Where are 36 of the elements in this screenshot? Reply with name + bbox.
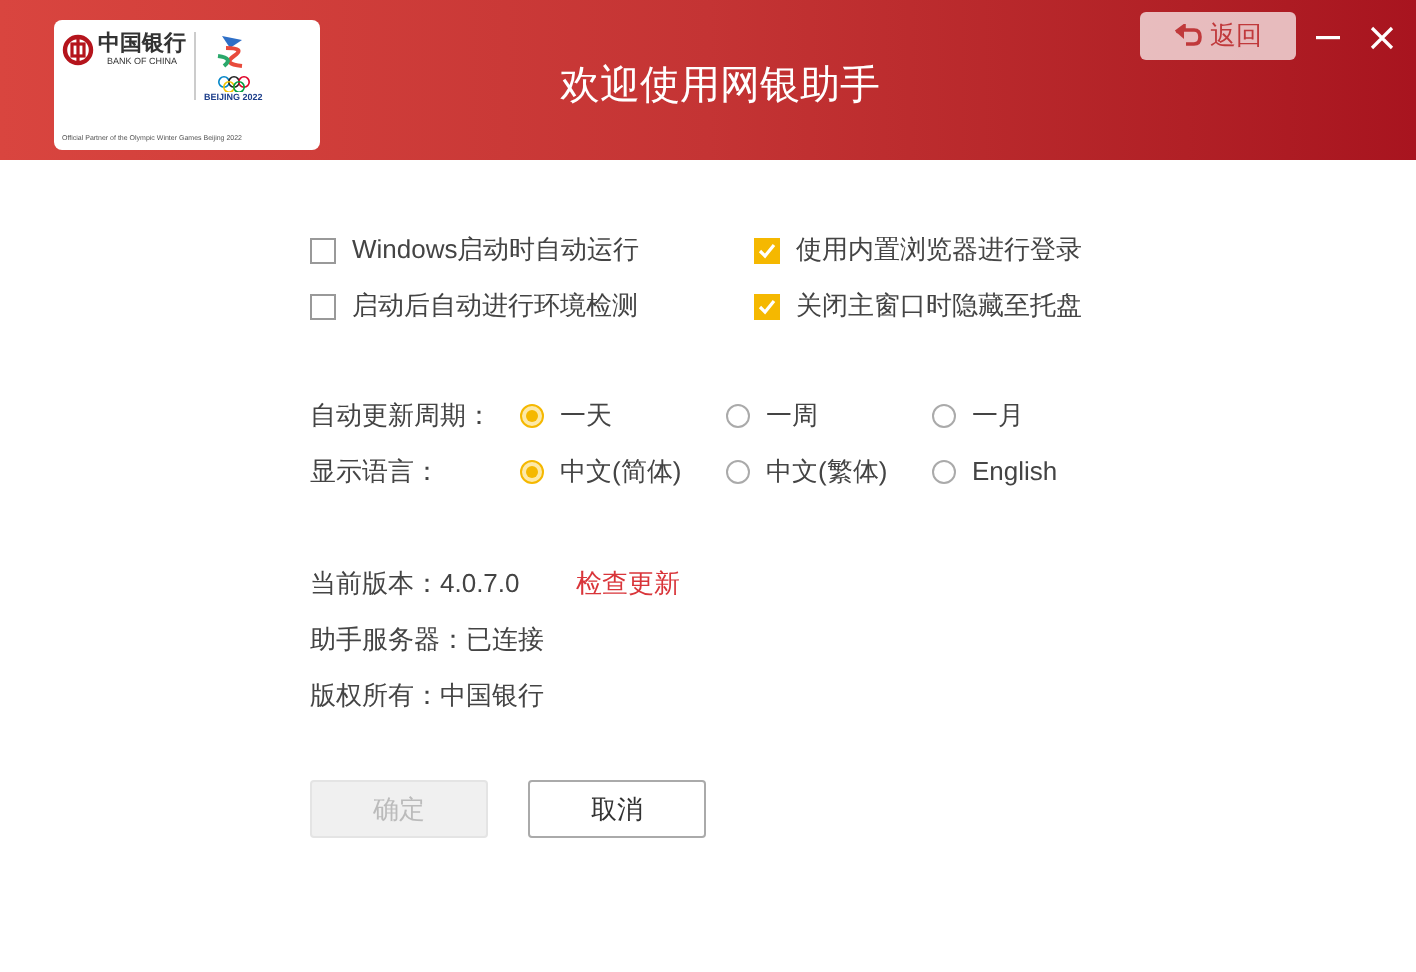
check-update-link[interactable]: 检查更新: [575, 564, 680, 604]
info-label: 助手服务器：: [310, 622, 466, 659]
checkbox-label: 关闭主窗口时隐藏至托盘: [796, 288, 1082, 325]
info-value: 已连接: [466, 622, 544, 659]
radio-label: 中文(简体): [560, 454, 682, 491]
radio-label: 一天: [560, 398, 612, 435]
radio-label: English: [972, 454, 1058, 491]
back-arrow-icon: [1174, 24, 1202, 48]
checkbox-label: 使用内置浏览器进行登录: [796, 232, 1082, 269]
radio-label: 中文(繁体): [766, 454, 888, 491]
info-label: 版权所有：: [310, 678, 440, 715]
field-label: 显示语言：: [310, 454, 442, 491]
info-value: 中国银行: [440, 678, 544, 715]
radio-button[interactable]: [932, 404, 956, 428]
radio-button[interactable]: [520, 460, 544, 484]
cancel-button[interactable]: 取消: [528, 780, 706, 838]
radio-button[interactable]: [932, 460, 956, 484]
info-value: 4.0.7.0: [440, 566, 520, 603]
close-icon[interactable]: [1370, 26, 1394, 50]
radio-button[interactable]: [726, 404, 750, 428]
checkbox-label: 启动后自动进行环境检测: [352, 288, 638, 325]
checkbox[interactable]: [754, 237, 780, 263]
info-label: 当前版本：: [310, 566, 440, 603]
radio-label: 一月: [972, 398, 1024, 435]
checkbox[interactable]: [754, 293, 780, 319]
back-button[interactable]: 返回: [1140, 12, 1296, 60]
window-title: 欢迎使用网银助手: [560, 62, 880, 112]
checkbox-label: Windows启动时自动运行: [352, 232, 640, 269]
field-label: 自动更新周期：: [310, 398, 494, 435]
bank-name: 中国银行: [98, 32, 186, 56]
bank-emblem-icon: [62, 34, 94, 66]
checkbox[interactable]: [310, 237, 336, 263]
radio-label: 一周: [766, 398, 818, 435]
checkbox[interactable]: [310, 293, 336, 319]
radio-button[interactable]: [520, 404, 544, 428]
radio-button[interactable]: [726, 460, 750, 484]
